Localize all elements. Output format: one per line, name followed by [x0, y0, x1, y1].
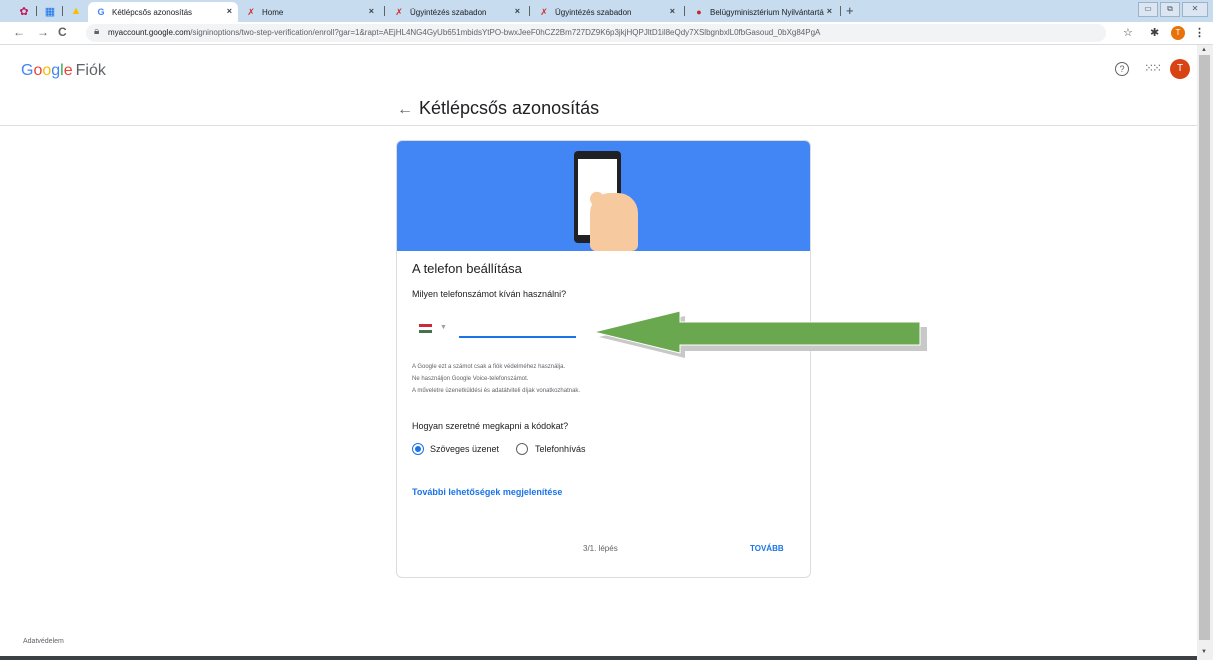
- lock-icon: 🔒︎: [94, 26, 100, 37]
- radio-label-text-message[interactable]: Szöveges üzenet: [430, 444, 499, 454]
- logo-letter: o: [42, 62, 52, 79]
- google-account-header: Google Fiók ? ⁙⁙ T ← Kétlépcsős azonosítá…: [0, 45, 1197, 126]
- annotation-arrow-icon: [593, 310, 927, 358]
- url-path: /signinoptions/two-step-verification/enr…: [190, 28, 821, 37]
- browser-toolbar: ← → C 🔒︎ myaccount.google.com/signinopti…: [0, 22, 1213, 45]
- phone-illustration-banner: [397, 141, 810, 251]
- reload-button[interactable]: C: [58, 25, 67, 39]
- info-line: A Google ezt a számot csak a fiók védelm…: [412, 364, 566, 370]
- account-avatar[interactable]: T: [1170, 59, 1190, 79]
- card-heading: A telefon beállítása: [412, 261, 522, 276]
- tab-separator: [840, 6, 841, 16]
- tab-label: Ügyintézés szabadon: [555, 7, 632, 17]
- tab-separator: [62, 6, 63, 16]
- pinned-tab-icon[interactable]: ✿: [14, 3, 34, 19]
- new-tab-button[interactable]: +: [846, 3, 854, 18]
- extensions-icon[interactable]: ✱: [1150, 26, 1159, 39]
- close-tab-icon[interactable]: ×: [369, 6, 374, 16]
- radio-phone-call[interactable]: [516, 443, 528, 455]
- product-name: Fiók: [75, 62, 106, 79]
- country-dropdown-icon[interactable]: ▼: [440, 324, 447, 331]
- tab-label: Home: [262, 7, 284, 17]
- info-line: A műveletre üzenetküldési és adatátvitel…: [412, 388, 581, 394]
- page-back-arrow-icon[interactable]: ←: [397, 101, 413, 119]
- close-window-icon[interactable]: ✕: [1182, 2, 1208, 17]
- tab-ketlepcsos[interactable]: G Kétlépcsős azonosítás ×: [88, 2, 238, 22]
- page-title: Kétlépcsős azonosítás: [419, 98, 600, 118]
- browser-tab-strip: ✿ ▦ ▲ G Kétlépcsős azonosítás × ✗ Home ×…: [0, 0, 1213, 22]
- privacy-link[interactable]: Adatvédelem: [23, 638, 64, 645]
- tab-label: Kétlépcsős azonosítás: [112, 7, 193, 17]
- close-tab-icon[interactable]: ×: [827, 6, 832, 16]
- next-button[interactable]: TOVÁBB: [750, 544, 784, 553]
- restore-icon[interactable]: ⧉: [1160, 2, 1180, 17]
- tab-belugyminiszterium[interactable]: ● Belügyminisztérium Nyilvántartá ×: [686, 2, 838, 22]
- close-tab-icon[interactable]: ×: [227, 6, 232, 16]
- minimize-icon[interactable]: ▭: [1138, 2, 1158, 17]
- tab-separator: [684, 6, 685, 16]
- ugy-logo-icon: ✗: [540, 6, 548, 17]
- codes-question: Hogyan szeretné megkapni a kódokat?: [412, 421, 569, 431]
- tab-separator: [529, 6, 530, 16]
- tab-separator: [36, 6, 37, 16]
- radio-label-phone-call[interactable]: Telefonhívás: [535, 444, 586, 454]
- logo-letter: G: [21, 62, 34, 79]
- tab-label: Ügyintézés szabadon: [410, 7, 487, 17]
- radio-text-message[interactable]: [412, 443, 424, 455]
- tab-ugyintezes-1[interactable]: ✗ Ügyintézés szabadon ×: [386, 2, 526, 22]
- google-account-logo[interactable]: Google Fiók: [21, 62, 106, 80]
- help-icon[interactable]: ?: [1115, 62, 1129, 76]
- apps-grid-icon[interactable]: ⁙⁙: [1144, 61, 1162, 75]
- hungary-flag-icon[interactable]: [419, 324, 432, 333]
- bm-icon: ●: [696, 7, 702, 17]
- scroll-down-icon[interactable]: ▼: [1201, 649, 1207, 655]
- back-button[interactable]: ←: [13, 25, 25, 39]
- logo-letter: e: [63, 62, 73, 79]
- forward-button[interactable]: →: [37, 25, 49, 39]
- google-g-icon: G: [97, 7, 105, 17]
- scroll-up-icon[interactable]: ▲: [1201, 47, 1207, 53]
- ugy-logo-icon: ✗: [247, 6, 255, 17]
- tab-home[interactable]: ✗ Home ×: [238, 2, 380, 22]
- taskbar-edge: [0, 656, 1197, 660]
- more-options-link[interactable]: További lehetőségek megjelenítése: [412, 487, 562, 497]
- pinned-tab-drive-icon[interactable]: ▲: [66, 3, 86, 19]
- url-text: myaccount.google.com/signinoptions/two-s…: [108, 28, 820, 37]
- bookmark-star-icon[interactable]: ☆: [1123, 26, 1133, 39]
- browser-menu-icon[interactable]: ⋮: [1194, 26, 1205, 39]
- phone-setup-card: A telefon beállítása Milyen telefonszámo…: [396, 140, 811, 578]
- ugy-logo-icon: ✗: [395, 6, 403, 17]
- tab-ugyintezes-2[interactable]: ✗ Ügyintézés szabadon ×: [531, 2, 681, 22]
- info-line: Ne használjon Google Voice-telefonszámot…: [412, 376, 529, 382]
- step-indicator: 3/1. lépés: [583, 544, 618, 553]
- phone-number-input[interactable]: [459, 316, 576, 338]
- close-tab-icon[interactable]: ×: [670, 6, 675, 16]
- logo-letter: g: [51, 62, 61, 79]
- tab-label: Belügyminisztérium Nyilvántartá: [710, 7, 824, 17]
- vertical-scrollbar[interactable]: ▲ ▼: [1197, 45, 1213, 660]
- close-tab-icon[interactable]: ×: [515, 6, 520, 16]
- url-host: myaccount.google.com: [108, 28, 191, 37]
- scrollbar-thumb[interactable]: [1199, 55, 1210, 640]
- profile-avatar-small[interactable]: T: [1171, 26, 1185, 40]
- phone-question: Milyen telefonszámot kíván használni?: [412, 289, 567, 299]
- address-bar[interactable]: 🔒︎ myaccount.google.com/signinoptions/tw…: [86, 24, 1106, 42]
- tab-separator: [384, 6, 385, 16]
- pinned-tab-calendar-icon[interactable]: ▦: [40, 3, 60, 19]
